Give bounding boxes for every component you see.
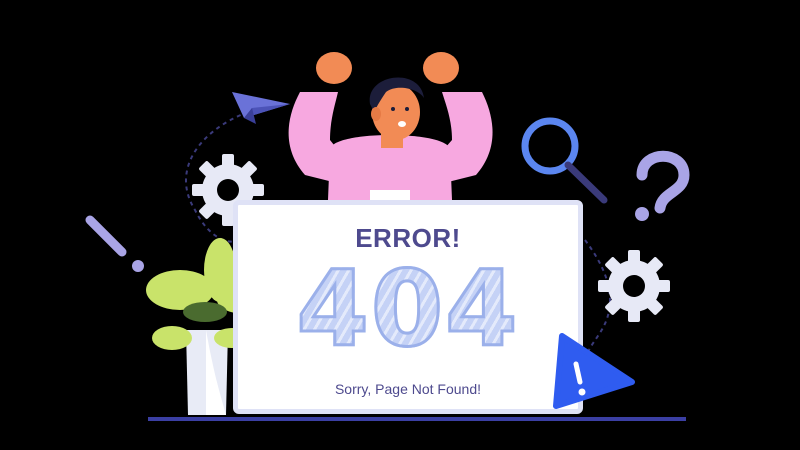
paper-plane-icon [232, 92, 290, 124]
exclamation-icon [85, 215, 144, 272]
warning-triangle-icon [553, 333, 635, 409]
gear-icon [598, 250, 670, 322]
error-code: 404 [238, 248, 578, 371]
error-404-illustration: ERROR! 404 Sorry, Page Not Found! [0, 0, 800, 450]
person-figure [288, 52, 493, 202]
magnifier-icon [521, 117, 608, 204]
error-message: Sorry, Page Not Found! [334, 381, 482, 397]
error-card: ERROR! 404 Sorry, Page Not Found! [233, 200, 583, 414]
question-mark-icon [635, 150, 690, 221]
